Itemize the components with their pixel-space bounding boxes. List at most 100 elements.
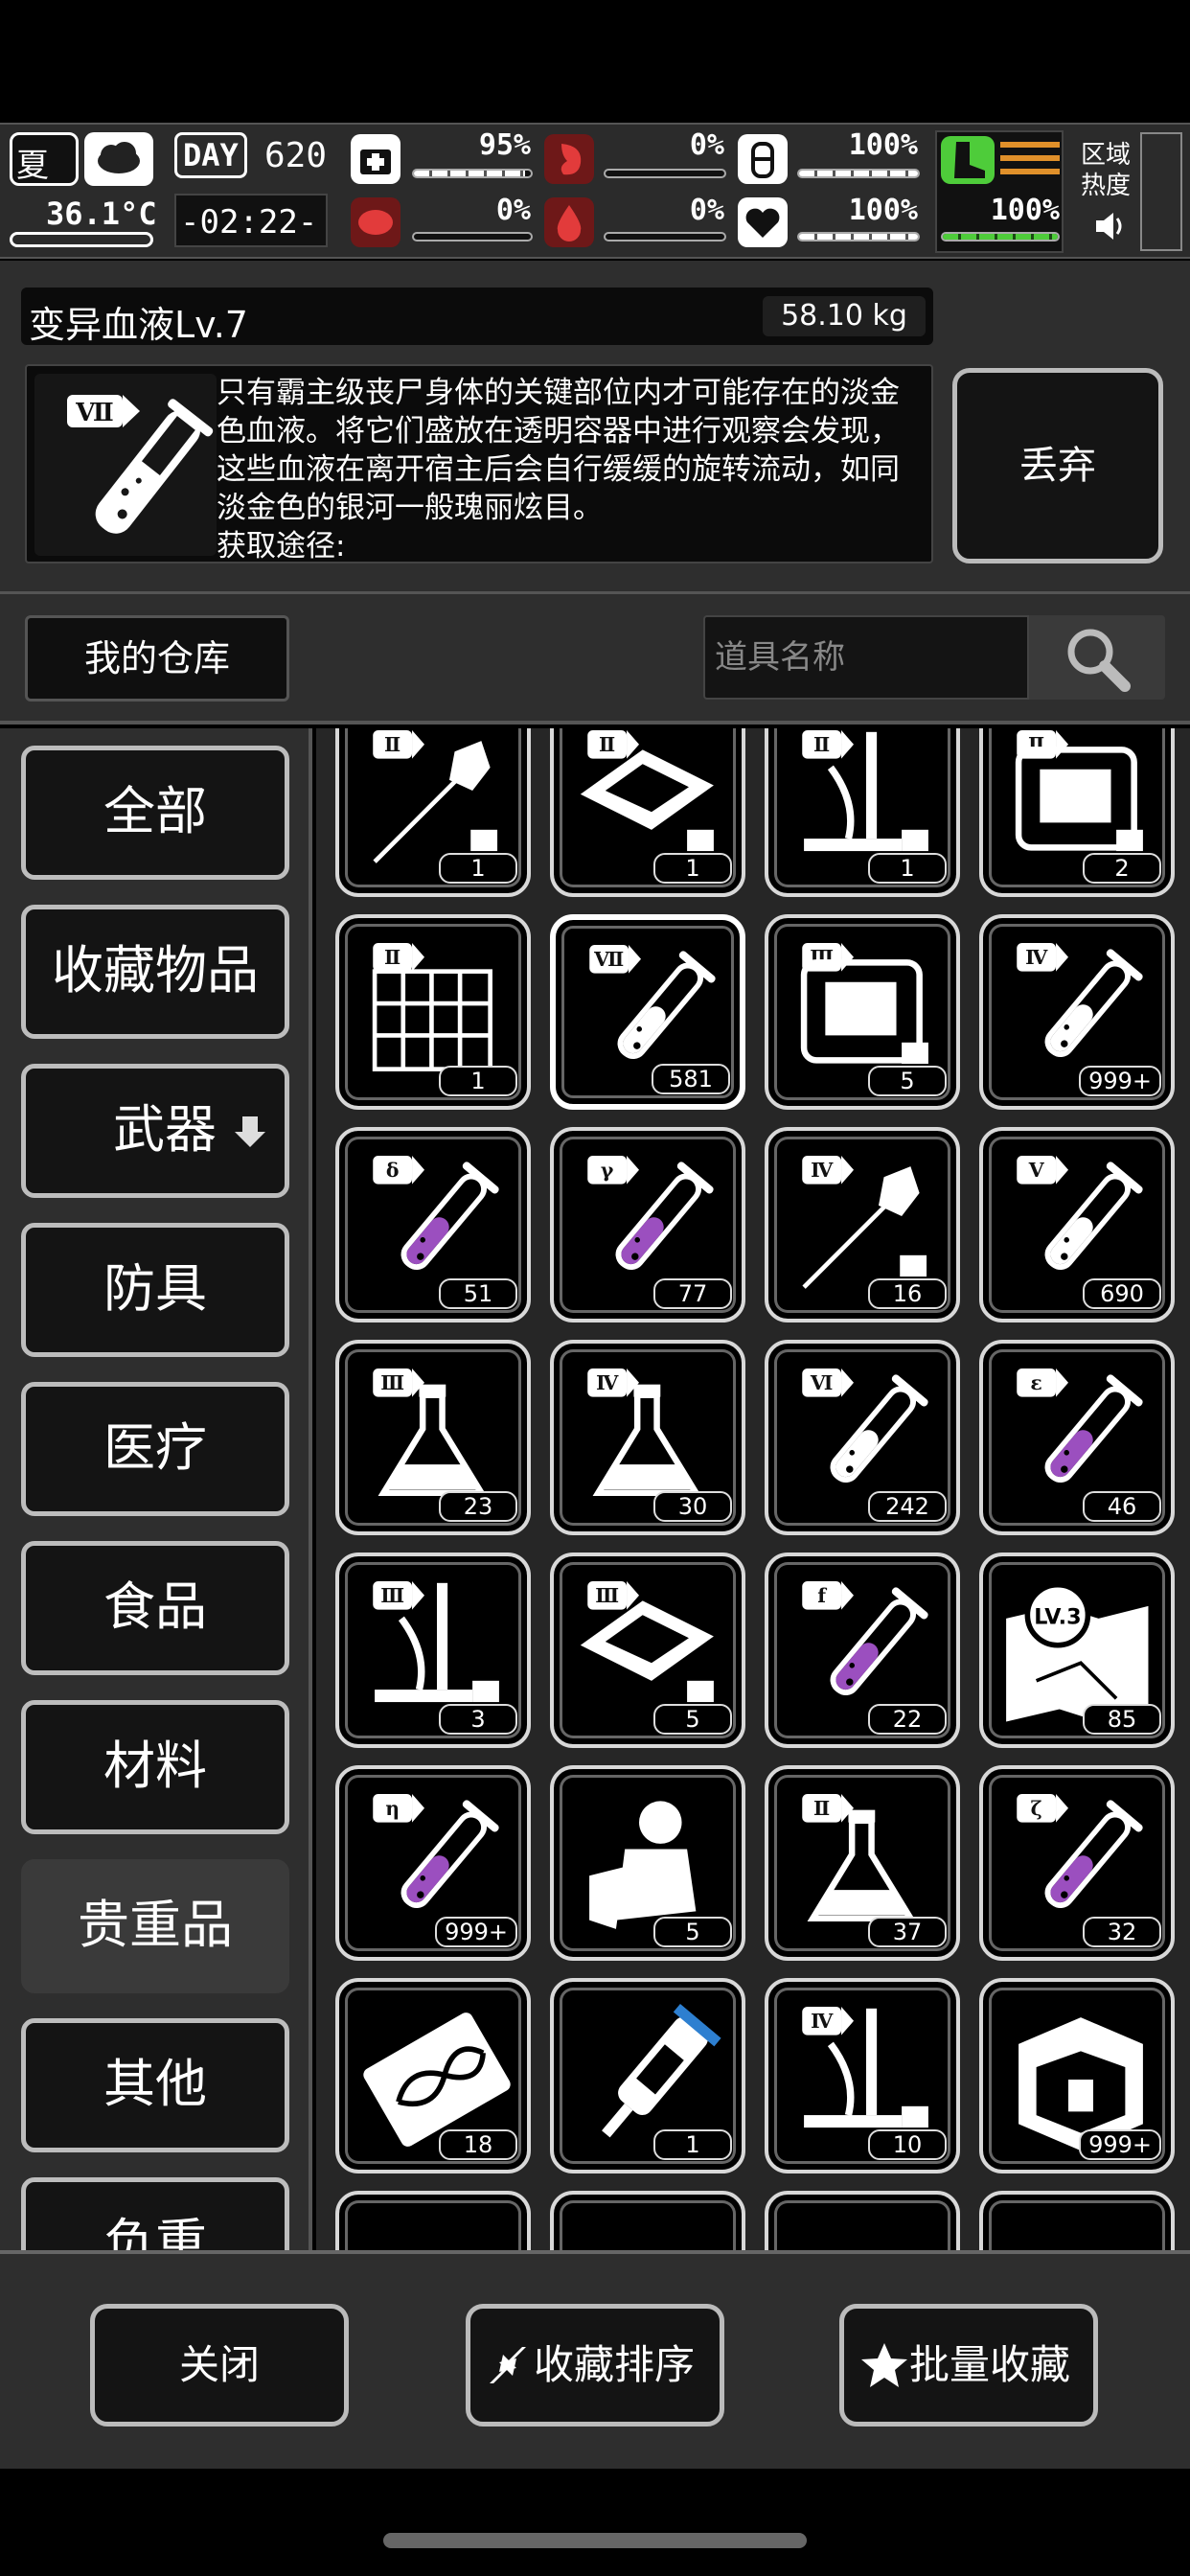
inventory-slot[interactable]: Ⅱ1	[765, 728, 960, 897]
inventory-slot[interactable]: Ⅲ5	[550, 1552, 745, 1748]
tier-label: Ⅴ	[1028, 1159, 1045, 1182]
tier-label: γ	[601, 1159, 614, 1182]
stamina-bar	[941, 232, 1060, 242]
item-count: 5	[653, 1917, 732, 1947]
heart-mood-icon	[738, 197, 788, 247]
tier-label: Ⅳ	[596, 1371, 619, 1394]
inventory-slot[interactable]: Ⅱ1	[335, 914, 531, 1110]
inventory-slot[interactable]: ζ 32	[979, 1765, 1175, 1961]
inventory-slot[interactable]: Ⅵ 242	[765, 1340, 960, 1535]
my-warehouse-button[interactable]: 我的仓库	[25, 615, 289, 702]
inventory-slot[interactable]: Ⅴ 690	[979, 1127, 1175, 1322]
tier-label: Ⅲ	[380, 1584, 404, 1607]
category-weapons-label: 武器	[113, 1099, 217, 1160]
tier-label: Ⅱ	[599, 733, 615, 756]
inventory-slot[interactable]: f 22	[765, 1552, 960, 1748]
inventory-slot[interactable]: 5	[550, 1765, 745, 1961]
category-food[interactable]: 食品	[21, 1541, 289, 1675]
category-load[interactable]: 负重	[21, 2177, 289, 2250]
item-count: 2	[1083, 853, 1161, 884]
item-count: 18	[439, 2129, 517, 2160]
inventory-slot[interactable]: 18	[335, 1978, 531, 2174]
inventory-slot[interactable]	[335, 2191, 531, 2250]
inventory-slot[interactable]	[765, 2191, 960, 2250]
inventory-slot[interactable]: Ⅲ 23	[335, 1340, 531, 1535]
category-all[interactable]: 全部	[21, 746, 289, 880]
inventory-slot[interactable]	[550, 2191, 745, 2250]
thirst-pct: 100%	[848, 128, 918, 162]
item-description-text: 只有霸主级丧尸身体的关键部位内才可能存在的淡金色血液。将它们盛放在透明容器中进行…	[217, 376, 900, 525]
batch-favorite-button[interactable]: 批量收藏	[839, 2304, 1098, 2426]
inventory-slot[interactable]: 999+	[979, 1978, 1175, 2174]
tier-label: Ⅲ	[595, 1584, 619, 1607]
item-count: 1	[653, 2129, 732, 2160]
category-armor[interactable]: 防具	[21, 1223, 289, 1357]
item-count: 85	[1083, 1704, 1161, 1735]
tier-label: δ	[386, 1159, 400, 1182]
category-materials[interactable]: 材料	[21, 1700, 289, 1834]
item-count: 242	[868, 1491, 947, 1522]
season-label: 夏	[16, 147, 49, 185]
item-count: 999+	[1079, 2129, 1161, 2160]
inventory-slot[interactable]: δ 51	[335, 1127, 531, 1322]
inventory-slot[interactable]: Ⅶ 581	[550, 914, 745, 1110]
item-tier-label: Ⅶ	[75, 399, 114, 427]
inventory-slot[interactable]: Ⅳ 10	[765, 1978, 960, 2174]
favorite-sort-button[interactable]: 收藏排序	[466, 2304, 724, 2426]
category-favorites[interactable]: 收藏物品	[21, 905, 289, 1039]
home-indicator	[383, 2533, 807, 2548]
inventory-slot[interactable]: Ⅲ5	[765, 914, 960, 1110]
tier-label: LV.3	[1034, 1604, 1081, 1629]
discard-button[interactable]: 丢弃	[952, 368, 1163, 564]
close-button[interactable]: 关闭	[90, 2304, 349, 2426]
item-count: 5	[868, 1066, 947, 1096]
inventory-slot[interactable]: Ⅳ 16	[765, 1127, 960, 1322]
thirst-bar	[797, 169, 920, 178]
speaker-icon[interactable]	[1090, 207, 1129, 245]
inventory-slot[interactable]: Ⅱ1	[335, 728, 531, 897]
hunger-pct: 0%	[689, 128, 724, 162]
inventory-slot[interactable]: Ⅲ3	[335, 1552, 531, 1748]
item-count: 3	[439, 1704, 517, 1735]
zone-heat-label: 区域热度	[1081, 141, 1132, 200]
tier-label: Ⅵ	[810, 1371, 833, 1394]
inventory-slot[interactable]: Ⅳ 999+	[979, 914, 1175, 1110]
inventory-slot[interactable]: Ⅱ1	[550, 728, 745, 897]
tier-label: Ⅶ	[593, 948, 624, 971]
search-icon	[1067, 629, 1131, 692]
inventory-slot[interactable]: ε 46	[979, 1340, 1175, 1535]
category-valuables[interactable]: 贵重品	[21, 1859, 289, 1993]
category-medical[interactable]: 医疗	[21, 1382, 289, 1516]
item-count: 51	[439, 1278, 517, 1309]
warehouse-search-bar: 我的仓库	[0, 594, 1190, 724]
zone-heat-meter	[1140, 132, 1182, 251]
mood-pct: 100%	[848, 194, 918, 227]
tier-label: Ⅱ	[813, 733, 830, 756]
inventory-slot[interactable]: 1	[550, 1978, 745, 2174]
item-weight: 58.10 kg	[763, 296, 926, 336]
blood-drop-icon	[544, 197, 594, 247]
inventory-slot[interactable]: γ 77	[550, 1127, 745, 1322]
stamina-lines	[1000, 142, 1060, 180]
tier-label: η	[385, 1797, 400, 1820]
item-description: 只有霸主级丧尸身体的关键部位内才可能存在的淡金色血液。将它们盛放在透明容器中进行…	[217, 374, 926, 565]
tier-label: Ⅲ	[380, 1371, 404, 1394]
item-count: 30	[653, 1491, 732, 1522]
search-button[interactable]	[1029, 615, 1165, 700]
item-count: 32	[1083, 1917, 1161, 1947]
inventory-slot[interactable]	[979, 2191, 1175, 2250]
inventory-slot[interactable]: Ⅱ2	[979, 728, 1175, 897]
inventory-slot[interactable]: Ⅳ 30	[550, 1340, 745, 1535]
tier-label: Ⅳ	[811, 2010, 834, 2033]
category-weapons[interactable]: 武器	[21, 1064, 289, 1198]
batch-favorite-label: 批量收藏	[908, 2341, 1070, 2388]
inventory-slot[interactable]: LV.3 85	[979, 1552, 1175, 1748]
item-search-input[interactable]	[703, 615, 1029, 700]
mood-bar	[797, 232, 920, 242]
inventory-slot[interactable]: Ⅱ 37	[765, 1765, 960, 1961]
inventory-slot[interactable]: η 999+	[335, 1765, 531, 1961]
item-count: 581	[652, 1064, 730, 1094]
item-count: 1	[439, 853, 517, 884]
category-other[interactable]: 其他	[21, 2018, 289, 2152]
item-count: 46	[1083, 1491, 1161, 1522]
